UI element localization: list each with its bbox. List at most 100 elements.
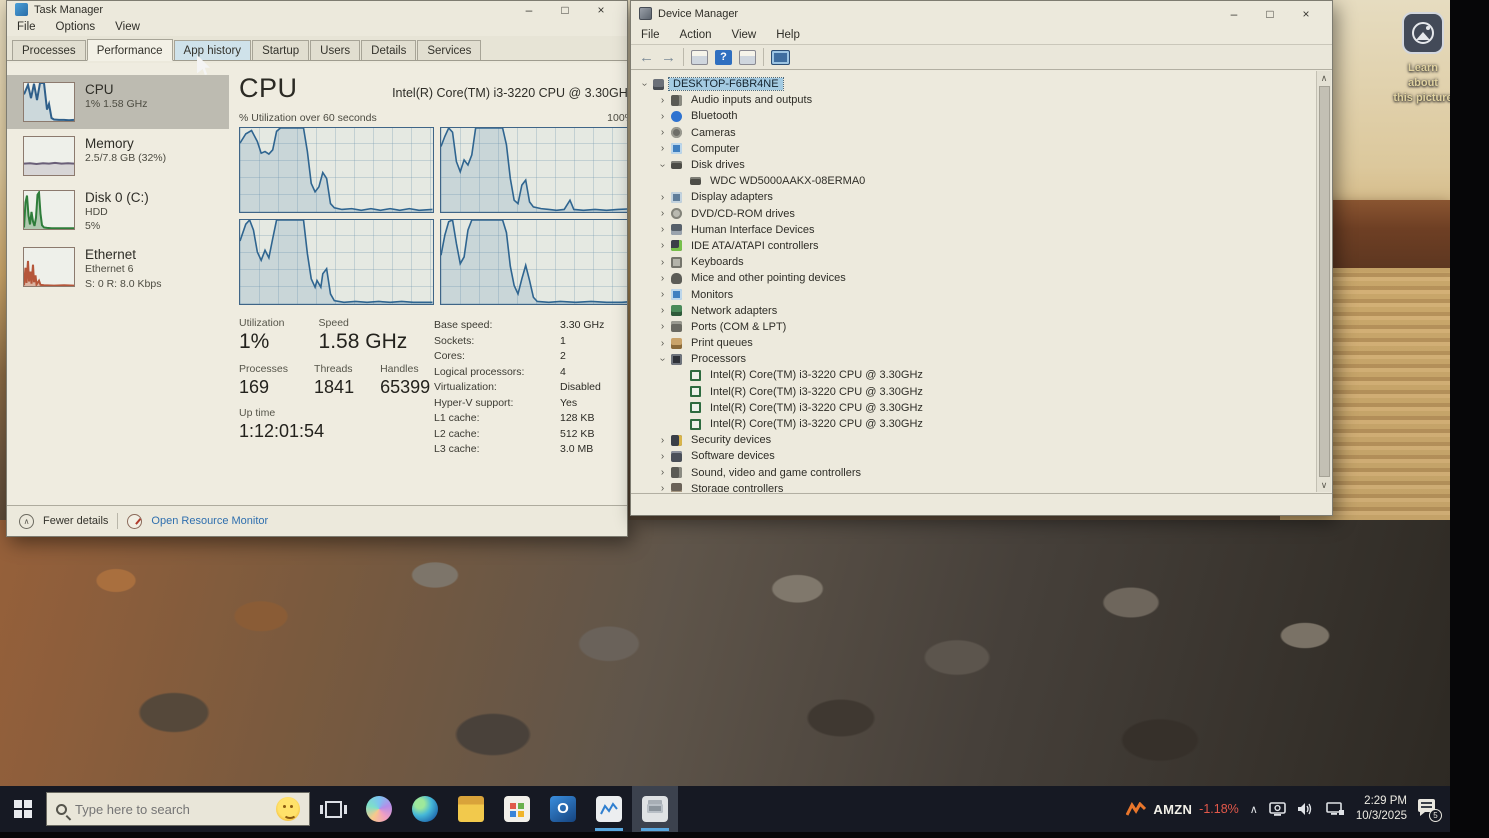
tree-item-keyboards[interactable]: › Keyboards <box>632 254 1331 270</box>
help-icon[interactable]: ? <box>715 50 732 65</box>
tree-item-computer[interactable]: › Computer <box>632 141 1331 157</box>
tree-item-cpu-core[interactable]: Intel(R) Core(TM) i3-3220 CPU @ 3.30GHz <box>632 367 1331 383</box>
menu-view[interactable]: View <box>115 21 140 33</box>
expander-icon[interactable]: › <box>656 483 669 492</box>
tree-item-storage-controllers[interactable]: › Storage controllers <box>632 481 1331 492</box>
maximize-button[interactable]: □ <box>1252 7 1288 21</box>
scroll-up-icon[interactable]: ∧ <box>1321 71 1328 85</box>
expander-icon[interactable]: › <box>656 273 669 284</box>
expander-icon[interactable]: › <box>656 321 669 332</box>
taskbar-clock[interactable]: 2:29 PM 10/3/2025 <box>1356 794 1407 824</box>
search-input[interactable] <box>75 802 268 817</box>
stock-widget[interactable]: AMZN -1.18% <box>1126 802 1238 817</box>
tab-app-history[interactable]: App history <box>174 40 252 60</box>
tree-item-wdc-disk[interactable]: WDC WD5000AAKX-08ERMA0 <box>632 173 1331 189</box>
tree-item-software-devices[interactable]: › Software devices <box>632 448 1331 464</box>
scroll-down-icon[interactable]: ∨ <box>1321 478 1328 492</box>
sidebar-item-ethernet[interactable]: Ethernet Ethernet 6 S: 0 R: 8.0 Kbps <box>7 240 229 297</box>
tree-item-cpu-core[interactable]: Intel(R) Core(TM) i3-3220 CPU @ 3.30GHz <box>632 384 1331 400</box>
close-button[interactable]: × <box>1288 7 1324 21</box>
task-manager-titlebar[interactable]: Task Manager – □ × <box>7 1 627 18</box>
tree-item-ide[interactable]: › IDE ATA/ATAPI controllers <box>632 238 1331 254</box>
expander-icon[interactable]: › <box>656 240 669 251</box>
taskbar-app-task-manager[interactable] <box>586 786 632 832</box>
tree-item-cameras[interactable]: › Cameras <box>632 125 1331 141</box>
expander-icon[interactable]: › <box>656 143 669 154</box>
forward-icon[interactable]: → <box>661 50 676 65</box>
tree-item-bluetooth[interactable]: › Bluetooth <box>632 108 1331 124</box>
tree-item-ports[interactable]: › Ports (COM & LPT) <box>632 319 1331 335</box>
back-icon[interactable]: ← <box>639 50 654 65</box>
tab-details[interactable]: Details <box>361 40 416 60</box>
expander-icon[interactable]: › <box>656 435 669 446</box>
sidebar-item-memory[interactable]: Memory 2.5/7.8 GB (32%) <box>7 129 229 183</box>
taskbar-app-edge[interactable] <box>402 786 448 832</box>
tree-item-computer-root[interactable]: › DESKTOP-F6BR4NE <box>632 76 1331 92</box>
meet-now-icon[interactable] <box>1269 801 1286 817</box>
tray-overflow-chevron-icon[interactable]: ∧ <box>1250 803 1258 816</box>
tab-startup[interactable]: Startup <box>252 40 309 60</box>
expander-icon[interactable]: › <box>656 338 669 349</box>
menu-help[interactable]: Help <box>776 29 800 41</box>
tree-item-sound-controllers[interactable]: › Sound, video and game controllers <box>632 465 1331 481</box>
menu-action[interactable]: Action <box>680 29 712 41</box>
expander-icon[interactable]: › <box>656 305 669 316</box>
tab-services[interactable]: Services <box>417 40 481 60</box>
menu-file[interactable]: File <box>17 21 36 33</box>
sidebar-item-cpu[interactable]: CPU 1% 1.58 GHz <box>7 75 229 129</box>
scan-hardware-icon[interactable] <box>771 50 790 65</box>
volume-icon[interactable] <box>1297 801 1315 817</box>
expander-icon[interactable]: › <box>656 224 669 235</box>
expander-icon[interactable]: › <box>656 111 669 122</box>
taskbar-app-file-explorer[interactable] <box>448 786 494 832</box>
learn-about-picture-widget[interactable]: Learn about this picture <box>1392 12 1450 106</box>
taskbar-search[interactable] <box>46 792 310 826</box>
menu-view[interactable]: View <box>732 29 757 41</box>
maximize-button[interactable]: □ <box>547 3 583 17</box>
properties-icon[interactable] <box>691 50 708 65</box>
fewer-details-button[interactable]: Fewer details <box>43 515 108 527</box>
task-view-button[interactable] <box>310 786 356 832</box>
menu-file[interactable]: File <box>641 29 660 41</box>
expander-icon[interactable]: › <box>657 159 668 172</box>
close-button[interactable]: × <box>583 3 619 17</box>
expander-icon[interactable]: › <box>656 467 669 478</box>
expander-icon[interactable]: › <box>656 451 669 462</box>
tree-item-network-adapters[interactable]: › Network adapters <box>632 303 1331 319</box>
expander-icon[interactable]: › <box>639 78 650 91</box>
minimize-button[interactable]: – <box>511 3 547 17</box>
scrollbar-thumb[interactable] <box>1319 86 1330 477</box>
taskbar-app-copilot[interactable] <box>356 786 402 832</box>
weather-sun-icon[interactable] <box>276 797 300 821</box>
expander-icon[interactable]: › <box>656 127 669 138</box>
tree-item-disk-drives[interactable]: › Disk drives <box>632 157 1331 173</box>
minimize-button[interactable]: – <box>1216 7 1252 21</box>
tree-item-audio[interactable]: › Audio inputs and outputs <box>632 92 1331 108</box>
tree-item-cpu-core[interactable]: Intel(R) Core(TM) i3-3220 CPU @ 3.30GHz <box>632 400 1331 416</box>
notification-center-button[interactable]: 5 <box>1418 799 1440 819</box>
expander-icon[interactable]: › <box>656 289 669 300</box>
tree-item-display-adapters[interactable]: › Display adapters <box>632 189 1331 205</box>
taskbar-app-store[interactable] <box>494 786 540 832</box>
expander-icon[interactable]: › <box>657 353 668 366</box>
tab-processes[interactable]: Processes <box>12 40 86 60</box>
picture-icon[interactable] <box>1402 12 1444 54</box>
network-icon[interactable] <box>1326 801 1345 817</box>
taskbar-app-outlook[interactable]: O <box>540 786 586 832</box>
tree-scrollbar[interactable]: ∧ ∨ <box>1316 71 1331 492</box>
tree-item-security-devices[interactable]: › Security devices <box>632 432 1331 448</box>
tree-item-mice[interactable]: › Mice and other pointing devices <box>632 270 1331 286</box>
taskbar-app-device-manager[interactable] <box>632 786 678 832</box>
device-manager-titlebar[interactable]: Device Manager – □ × <box>631 1 1332 26</box>
menu-options[interactable]: Options <box>56 21 96 33</box>
start-button[interactable] <box>0 786 46 832</box>
tab-performance[interactable]: Performance <box>87 39 173 61</box>
expander-icon[interactable]: › <box>656 257 669 268</box>
show-window-icon[interactable] <box>739 50 756 65</box>
tab-users[interactable]: Users <box>310 40 360 60</box>
tree-item-print-queues[interactable]: › Print queues <box>632 335 1331 351</box>
sidebar-item-disk[interactable]: Disk 0 (C:) HDD 5% <box>7 183 229 240</box>
expander-icon[interactable]: › <box>656 192 669 203</box>
tree-item-monitors[interactable]: › Monitors <box>632 286 1331 302</box>
tree-item-dvd[interactable]: › DVD/CD-ROM drives <box>632 206 1331 222</box>
